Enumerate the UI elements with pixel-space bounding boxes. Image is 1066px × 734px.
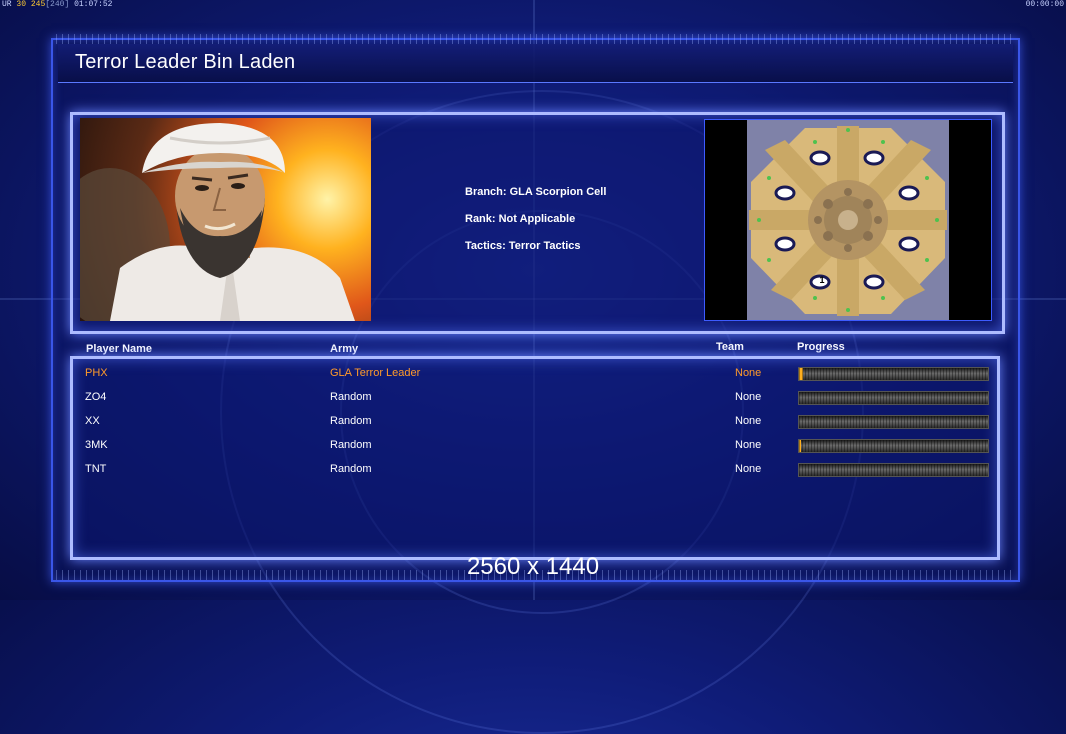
player-name: PHX: [85, 367, 108, 379]
player-team: None: [735, 415, 762, 427]
player-name: TNT: [85, 463, 107, 475]
column-header-player: Player Name: [86, 343, 153, 355]
column-header-team: Team: [716, 341, 744, 353]
general-branch: Branch: GLA Scorpion Cell: [465, 186, 607, 198]
player-name: 3MK: [85, 439, 108, 451]
portrait-image: [80, 123, 355, 321]
player-army: Random: [330, 439, 372, 451]
player-army: Random: [330, 463, 372, 475]
player-army: GLA Terror Leader: [330, 367, 421, 379]
page-title: Terror Leader Bin Laden: [75, 51, 296, 73]
load-progress-fill: [799, 368, 803, 380]
general-portrait: [80, 118, 371, 321]
player-name: ZO4: [85, 391, 107, 403]
player-team: None: [735, 463, 762, 475]
general-tactics: Tactics: Terror Tactics: [465, 240, 581, 252]
load-progress-bar: [798, 439, 989, 453]
hud-value-1: 30: [16, 0, 27, 9]
player-army: Random: [330, 415, 372, 427]
load-progress-bar: [798, 463, 989, 477]
map-preview: 1: [704, 119, 992, 321]
player-army: Random: [330, 391, 372, 403]
hud-value-3: [240]: [45, 0, 70, 9]
resolution-label: 2560 x 1440: [466, 553, 600, 580]
hud-value-2: 245: [30, 0, 46, 9]
frame-ruler-top: [56, 34, 1011, 44]
hud-time-right: 00:00:00: [1025, 0, 1064, 9]
player-name: XX: [85, 415, 100, 427]
hud-time-left: 01:07:52: [74, 0, 113, 9]
start-position-marker: 1: [819, 275, 825, 285]
player-team: None: [735, 367, 762, 379]
load-progress-bar: [798, 367, 989, 381]
column-header-progress: Progress: [797, 341, 845, 353]
player-team: None: [735, 439, 762, 451]
load-progress-bar: [798, 391, 989, 405]
hud-left: UR 30 245[240] 01:07:52: [2, 0, 112, 9]
hud-code: UR: [2, 0, 12, 9]
player-team: None: [735, 391, 762, 403]
general-rank: Rank: Not Applicable: [465, 213, 576, 225]
column-header-army: Army: [330, 343, 359, 355]
minimap-image: [747, 120, 949, 320]
load-progress-bar: [798, 415, 989, 429]
player-list-panel: [70, 356, 1000, 560]
load-progress-fill: [799, 440, 801, 452]
